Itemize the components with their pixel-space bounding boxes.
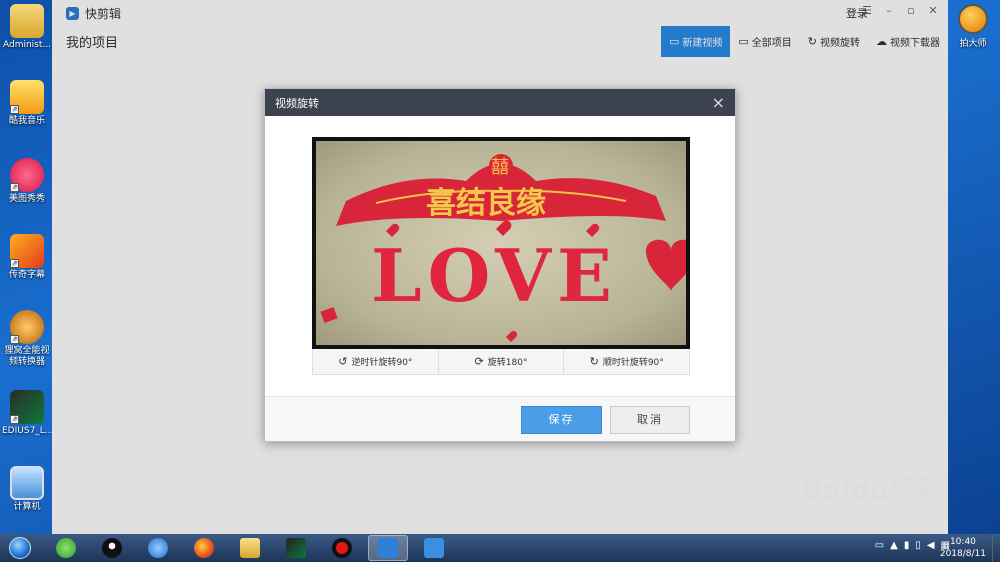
desktop-icon-label: 狸窝全能视频转换器 bbox=[4, 346, 50, 367]
taskbar-rotate-app[interactable] bbox=[414, 535, 454, 561]
desktop-icon-kuwo[interactable]: ↗ 酷我音乐 bbox=[2, 80, 52, 127]
desktop-icon-administrator[interactable]: Administ... bbox=[2, 4, 52, 51]
start-button[interactable] bbox=[0, 534, 40, 562]
shortcut-arrow-icon: ↗ bbox=[10, 415, 19, 424]
subtitle-app-icon: ↗ bbox=[10, 234, 44, 268]
firefox-icon bbox=[194, 538, 214, 558]
rotate-options-bar: ↺ 逆时针旋转90° ⟳ 旋转180° ↻ 顺时针旋转90° bbox=[312, 349, 690, 375]
windows-logo-icon bbox=[9, 537, 31, 559]
film-reel-icon bbox=[148, 538, 168, 558]
taskbar: ▭ ▲ ▮ ▯ ◀ ▦ 10:40 2018/8/11 bbox=[0, 534, 1000, 562]
rotate-cw-90-button[interactable]: ↻ 顺时针旋转90° bbox=[564, 349, 689, 374]
desktop-icon-label: 计算机 bbox=[13, 502, 41, 512]
desktop-icon-label: 酷我音乐 bbox=[8, 116, 45, 126]
close-icon[interactable]: × bbox=[712, 93, 725, 112]
shortcut-arrow-icon: ↗ bbox=[10, 105, 19, 114]
taskbar-kuaijianji[interactable] bbox=[368, 535, 408, 561]
refresh-app-icon bbox=[424, 538, 444, 558]
video-preview: 囍 喜结良缘 LOVE bbox=[312, 137, 690, 349]
refresh-icon: ⟳ bbox=[474, 355, 484, 368]
record-icon bbox=[332, 538, 352, 558]
clock-time: 10:40 bbox=[949, 537, 976, 547]
baidu-watermark: Baidu经验 jingyan.baidu.com bbox=[802, 470, 944, 520]
cancel-button[interactable]: 取消 bbox=[610, 406, 690, 434]
shortcut-arrow-icon: ↗ bbox=[10, 183, 19, 192]
desktop-icon-label: 传奇字幕 bbox=[8, 270, 45, 280]
computer-icon bbox=[10, 466, 44, 500]
desktop-icon-label: Administ... bbox=[3, 40, 51, 50]
wedding-decoration-image: 囍 喜结良缘 LOVE bbox=[320, 154, 686, 342]
love-text: LOVE bbox=[371, 233, 618, 318]
dialog-footer: 保存 取消 bbox=[265, 396, 735, 441]
shortcut-arrow-icon: ↗ bbox=[10, 259, 19, 268]
converter-app-icon: ↗ bbox=[10, 310, 44, 344]
rotate-cw-label: 顺时针旋转90° bbox=[602, 358, 664, 368]
save-button[interactable]: 保存 bbox=[521, 406, 602, 434]
music-app-icon: ↗ bbox=[10, 80, 44, 114]
desktop-icon-label: EDIUS7_L... bbox=[2, 426, 54, 436]
volume-icon[interactable]: ◀ bbox=[927, 540, 935, 551]
network-icon[interactable]: ▮ bbox=[904, 540, 910, 551]
desktop-icon-converter[interactable]: ↗ 狸窝全能视频转换器 bbox=[2, 310, 52, 368]
taskbar-explorer[interactable] bbox=[230, 535, 270, 561]
rotate-180-button[interactable]: ⟳ 旋转180° bbox=[439, 349, 565, 374]
rotate-right-icon: ↻ bbox=[589, 355, 599, 368]
rotate-180-label: 旋转180° bbox=[487, 358, 528, 368]
taskbar-media-player[interactable] bbox=[138, 535, 178, 561]
rotate-ccw-label: 逆时针旋转90° bbox=[351, 358, 413, 368]
edius-icon bbox=[286, 538, 306, 558]
folder-icon bbox=[10, 4, 44, 38]
shortcut-arrow-icon: ↗ bbox=[10, 335, 19, 344]
play-app-icon bbox=[378, 538, 398, 558]
taskbar-360-browser[interactable] bbox=[46, 535, 86, 561]
tray-expand-icon[interactable]: ▲ bbox=[890, 540, 898, 551]
desktop-icon-paidashi[interactable]: 拍大师 bbox=[950, 4, 996, 49]
signal-icon[interactable]: ▯ bbox=[915, 540, 921, 551]
preview-image: 囍 喜结良缘 LOVE bbox=[316, 141, 686, 345]
taskbar-qq[interactable] bbox=[92, 535, 132, 561]
desktop-icon-subtitle[interactable]: ↗ 传奇字幕 bbox=[2, 234, 52, 281]
taskbar-edius[interactable] bbox=[276, 535, 316, 561]
taskbar-clock[interactable]: 10:40 2018/8/11 bbox=[940, 536, 986, 560]
watermark-sub-text: jingyan.baidu.com bbox=[829, 507, 932, 520]
desktop-icon-label: 拍大师 bbox=[959, 39, 987, 49]
desktop-icon-computer[interactable]: 计算机 bbox=[2, 466, 52, 513]
watermark-main-text: Baidu经验 bbox=[801, 476, 944, 506]
show-desktop-button[interactable] bbox=[992, 534, 1000, 562]
edius-app-icon: ↗ bbox=[10, 390, 44, 424]
browser-360-icon bbox=[56, 538, 76, 558]
banner-text: 喜结良缘 bbox=[426, 186, 546, 221]
double-happiness-text: 囍 bbox=[491, 157, 509, 178]
dialog-header: 视频旋转 × bbox=[265, 89, 735, 116]
video-rotate-dialog: 视频旋转 × 囍 喜结良缘 LOVE ↺ 逆时针旋转90° ⟳ 旋转180° ↻… bbox=[264, 88, 736, 442]
folder-icon bbox=[240, 538, 260, 558]
taskbar-recorder[interactable] bbox=[322, 535, 362, 561]
clock-date: 2018/8/11 bbox=[939, 549, 986, 559]
rotate-ccw-90-button[interactable]: ↺ 逆时针旋转90° bbox=[313, 349, 439, 374]
desktop-icon-column: Administ... ↗ 酷我音乐 ↗ 美图秀秀 ↗ 传奇字幕 ↗ 狸窝全能视… bbox=[0, 0, 54, 534]
desktop-icon-edius[interactable]: ↗ EDIUS7_L... bbox=[2, 390, 54, 437]
system-tray: ▭ ▲ ▮ ▯ ◀ ▦ bbox=[875, 540, 950, 551]
rotate-left-icon: ↺ bbox=[338, 355, 348, 368]
desktop-icon-meitu[interactable]: ↗ 美图秀秀 bbox=[2, 158, 52, 205]
desktop-icon-label: 美图秀秀 bbox=[8, 194, 45, 204]
taskbar-firefox[interactable] bbox=[184, 535, 224, 561]
qq-penguin-icon bbox=[102, 538, 122, 558]
paidashi-app-icon bbox=[958, 4, 988, 34]
dialog-title: 视频旋转 bbox=[275, 96, 319, 110]
keyboard-icon[interactable]: ▭ bbox=[875, 540, 884, 551]
meitu-app-icon: ↗ bbox=[10, 158, 44, 192]
